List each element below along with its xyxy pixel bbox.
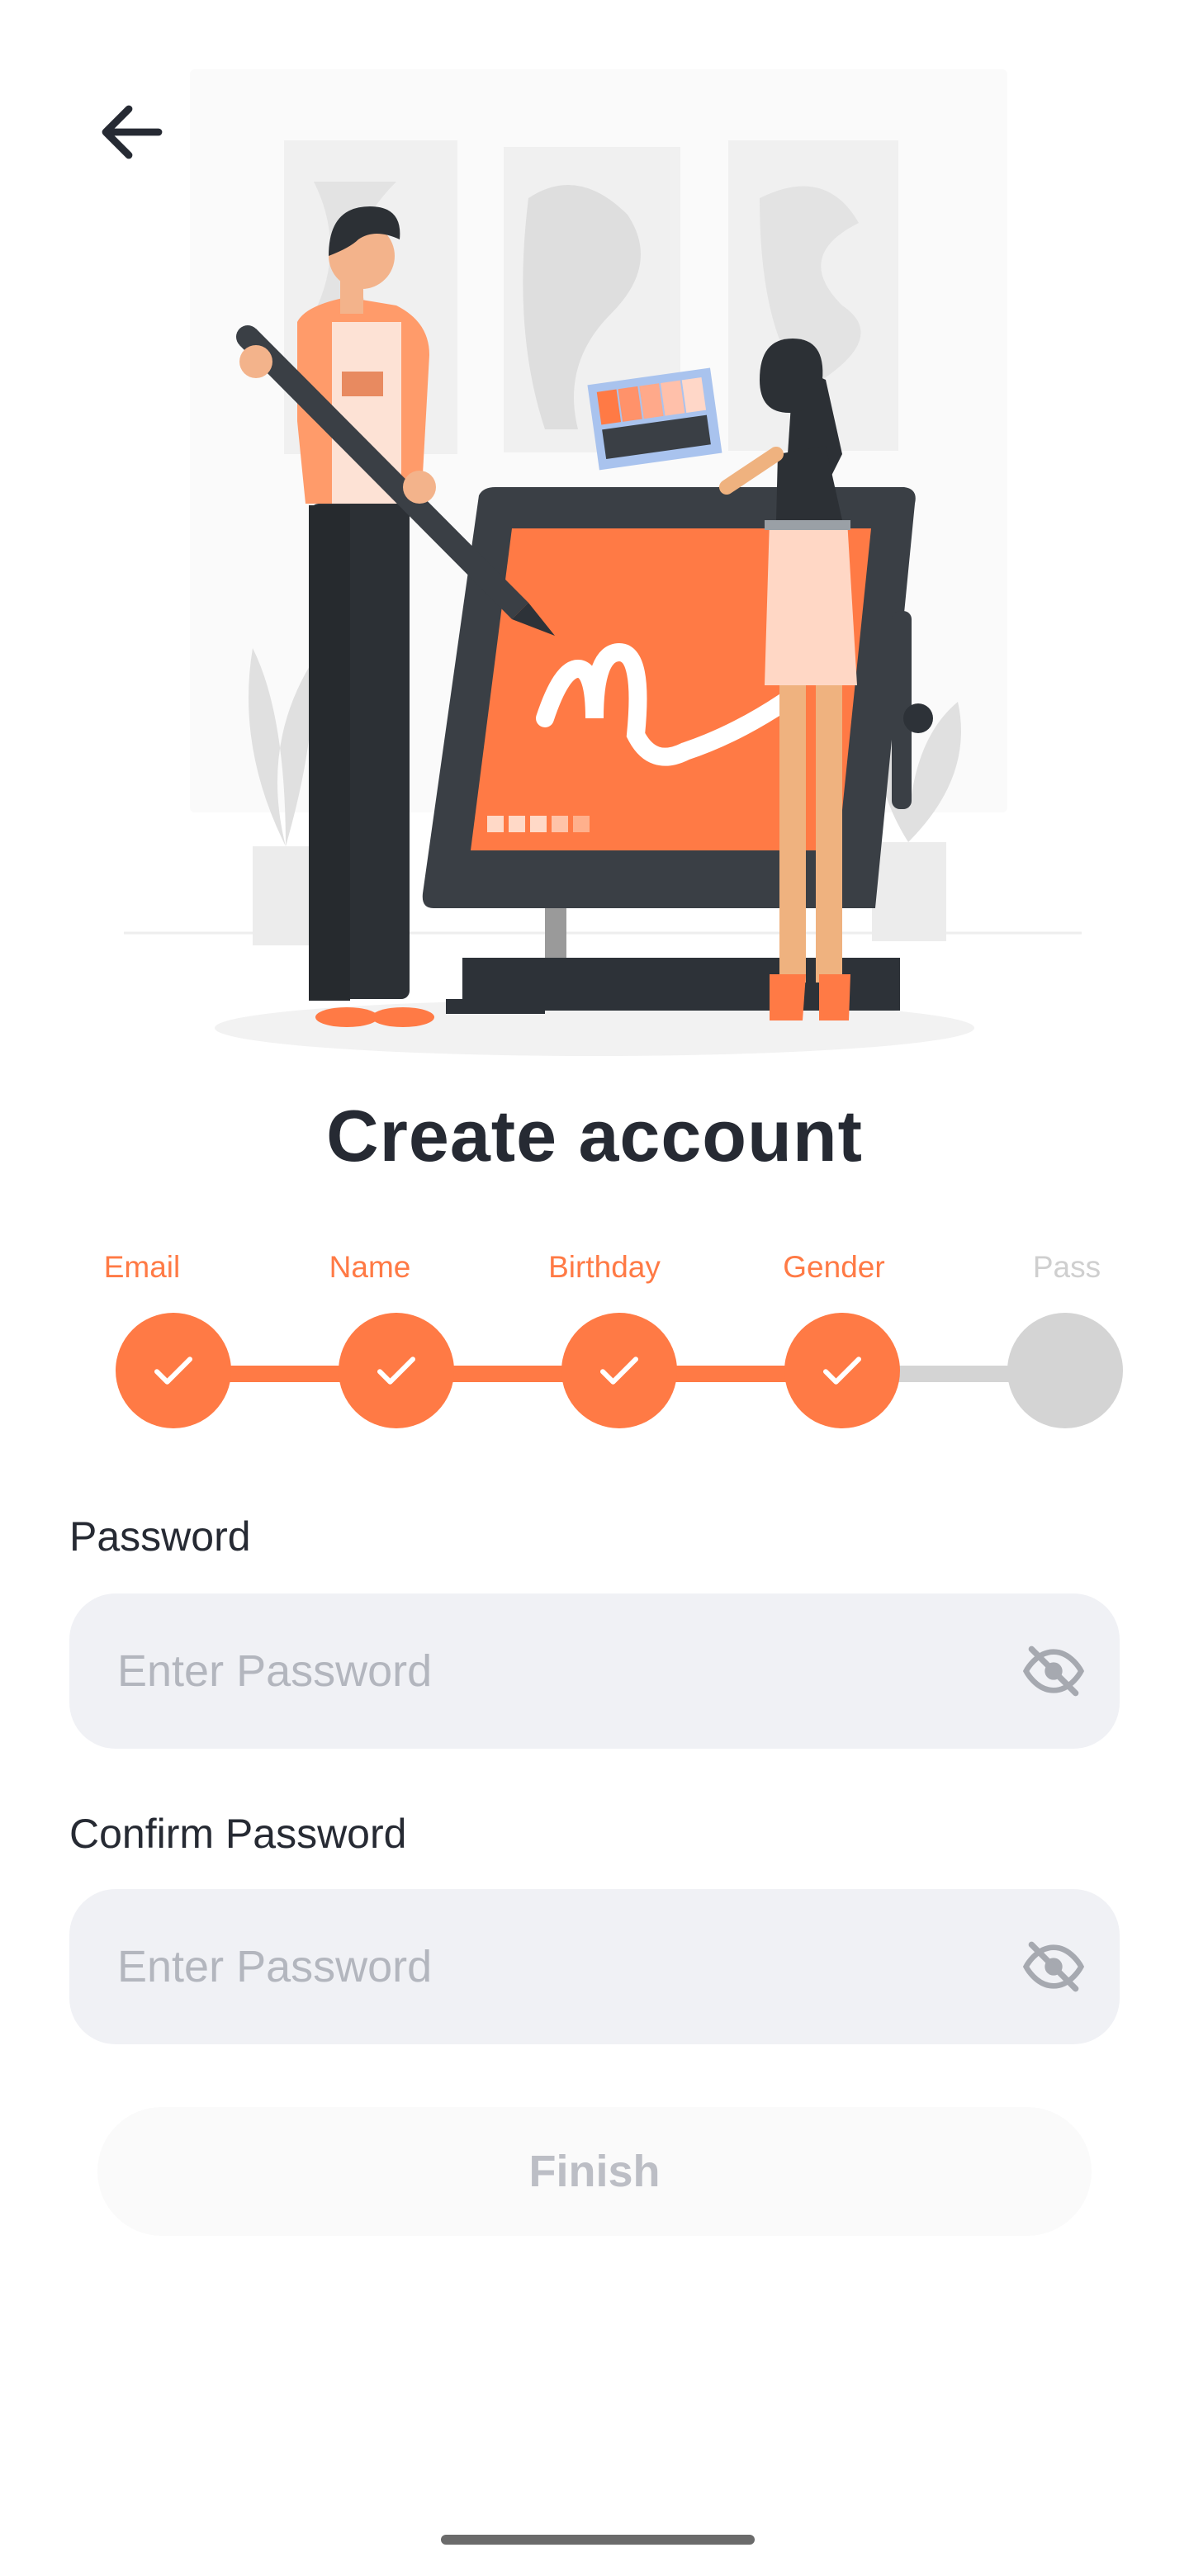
step-connector: [674, 1366, 793, 1382]
confirm-password-field: [69, 1889, 1120, 2044]
confirm-password-input[interactable]: [116, 1940, 1021, 1993]
toggle-password-visibility[interactable]: [1021, 1638, 1087, 1704]
step-indicator-birthday: [561, 1313, 677, 1428]
finish-button[interactable]: Finish: [97, 2107, 1092, 2236]
check-icon: [154, 1357, 192, 1385]
step-label-password: Pass: [1032, 1250, 1101, 1284]
eye-off-icon: [1022, 1941, 1085, 1992]
confirm-password-label: Confirm Password: [69, 1811, 407, 1857]
password-field: [69, 1593, 1120, 1749]
step-label-email: Email: [103, 1250, 181, 1284]
step-indicator-name: [339, 1313, 454, 1428]
step-label-gender: Gender: [783, 1250, 885, 1284]
hero-illustration: [124, 69, 1082, 1056]
step-connector: [897, 1366, 1016, 1382]
check-icon: [823, 1357, 861, 1385]
eye-off-icon: [1022, 1646, 1085, 1697]
page-title: Create account: [326, 1095, 863, 1177]
step-connector: [228, 1366, 347, 1382]
step-label-birthday: Birthday: [548, 1250, 661, 1284]
step-indicator-password: [1007, 1313, 1123, 1428]
check-icon: [600, 1357, 638, 1385]
step-indicator-email: [116, 1313, 231, 1428]
check-icon: [377, 1357, 415, 1385]
step-connector: [451, 1366, 570, 1382]
password-input[interactable]: [116, 1645, 1021, 1698]
step-label-name: Name: [329, 1250, 411, 1284]
password-label: Password: [69, 1513, 251, 1560]
toggle-confirm-password-visibility[interactable]: [1021, 1934, 1087, 2000]
step-indicator-gender: [784, 1313, 900, 1428]
home-indicator[interactable]: [441, 2535, 755, 2545]
